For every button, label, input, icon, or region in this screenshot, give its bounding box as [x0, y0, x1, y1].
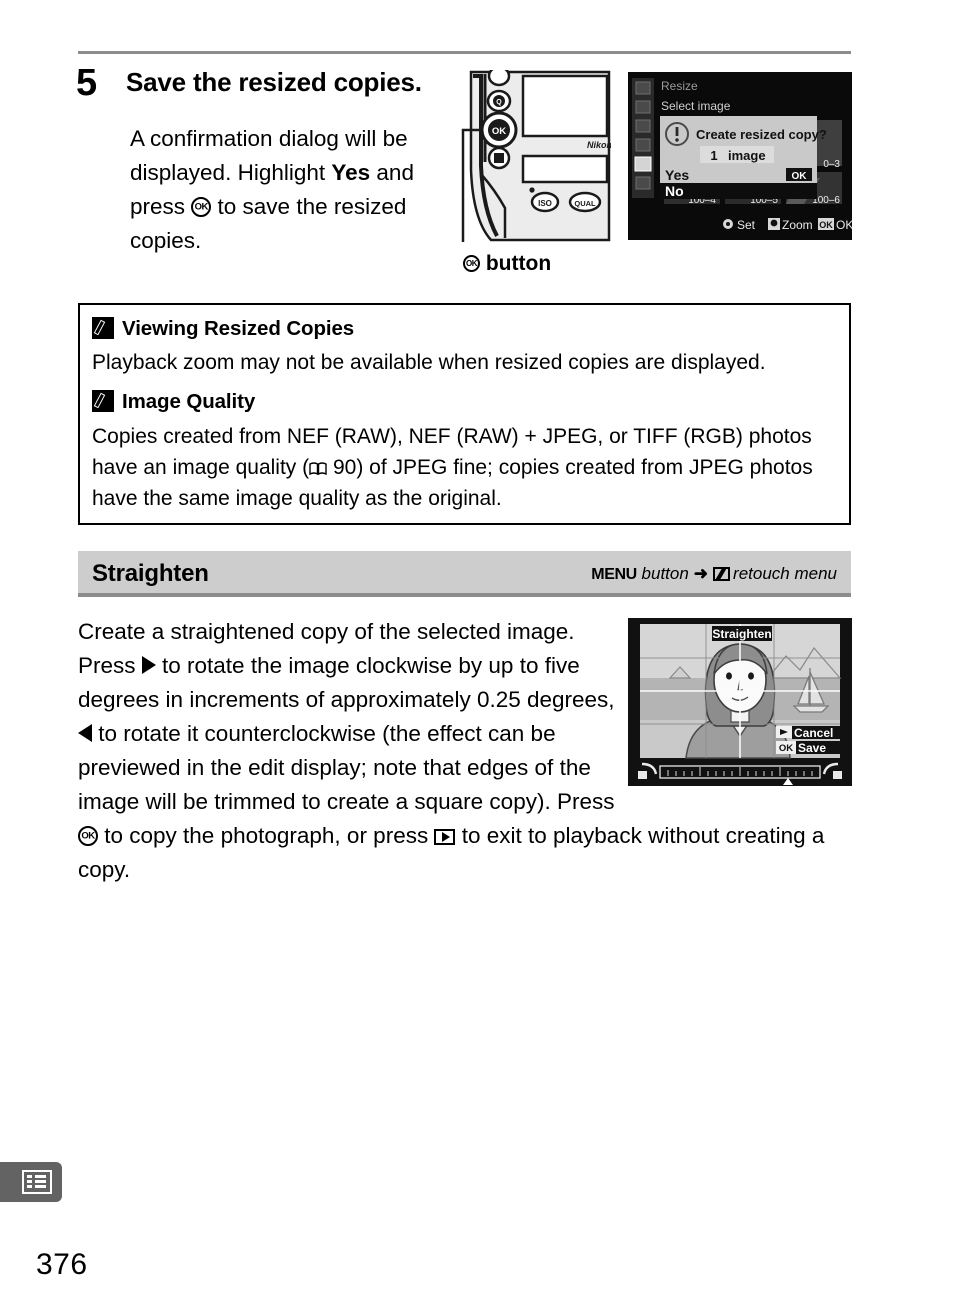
note-heading-label: Image Quality: [122, 390, 256, 413]
camera-back-illustration: Nikon Q OK ISO QUAL: [461, 65, 613, 242]
section-menu-path: MENU button ➜ retouch menu: [591, 564, 837, 584]
lcd-submenu-title: Select image: [661, 99, 731, 113]
status-zoom-label: Zoom: [782, 218, 813, 232]
left-arrow-icon: [78, 724, 92, 742]
retouch-menu-icon: [713, 567, 731, 581]
step-number: 5: [76, 62, 97, 104]
section-header-straighten: Straighten MENU button ➜ retouch menu: [78, 551, 851, 597]
body-part3: to rotate it counterclockwise (the effec…: [78, 721, 615, 814]
svg-text:Q: Q: [496, 99, 502, 106]
svg-text:ISO: ISO: [538, 199, 552, 208]
dialog-count: 1: [710, 148, 717, 163]
svg-text:QUAL: QUAL: [574, 199, 596, 208]
note-heading-image-quality: Image Quality: [92, 390, 255, 414]
lcd-resize-screenshot: Resize Select image 100–4 100–5 100–6 0–…: [628, 72, 852, 240]
note-text-viewing-resized-copies: Playback zoom may not be available when …: [92, 351, 766, 374]
note-text-image-quality: Copies created from NEF (RAW), NEF (RAW)…: [92, 421, 837, 514]
right-arrow-icon: [141, 656, 156, 674]
pencil-note-icon: [92, 317, 114, 339]
thumbnail-label-partial: 0–3: [823, 159, 840, 170]
ok-button-caption-label: button: [485, 252, 552, 275]
menu-path-target: retouch menu: [733, 564, 837, 583]
lcd-save-label: Save: [798, 741, 826, 755]
page-reference-icon: [309, 453, 327, 476]
page-number: 376: [36, 1248, 88, 1281]
step-title: Save the resized copies.: [126, 67, 422, 97]
step-body: A confirmation dialog will be displayed.…: [130, 122, 450, 258]
body-part4: to copy the photograph, or press: [98, 823, 435, 848]
note-heading-viewing-resized-copies: Viewing Resized Copies: [92, 317, 354, 341]
menu-button-label: MENU: [591, 566, 637, 583]
step-body-yes: Yes: [331, 160, 371, 185]
lcd-cancel-label: Cancel: [794, 726, 833, 740]
pencil-note-icon: [92, 390, 114, 412]
chapter-tab-marker: [0, 1162, 62, 1202]
menu-list-icon: [22, 1170, 52, 1194]
lcd-menu-title: Resize: [661, 79, 698, 93]
page-top-rule: [78, 51, 851, 54]
ok-button-caption: button: [463, 252, 551, 276]
svg-text:OK: OK: [779, 743, 793, 754]
playback-button-icon: [434, 829, 456, 845]
ok-button-icon: [463, 255, 480, 272]
svg-text:OK: OK: [819, 220, 833, 230]
arrow-right-icon: ➜: [693, 564, 709, 583]
note-page-ref: 90: [332, 456, 357, 479]
notes-box: Viewing Resized Copies Playback zoom may…: [78, 303, 851, 525]
status-set-label: Set: [737, 218, 756, 232]
lcd-straighten-screenshot: Straighten Cancel OK Save: [628, 618, 852, 786]
lcd-straighten-title: Straighten: [712, 627, 771, 641]
menu-button-word: button: [641, 564, 689, 583]
note-heading-label: Viewing Resized Copies: [122, 317, 355, 340]
dialog-count-unit: image: [728, 148, 766, 163]
dialog-yes-badge: OK: [792, 171, 808, 182]
camera-brand-label: Nikon: [587, 140, 611, 150]
dialog-question: Create resized copy?: [696, 127, 827, 142]
status-ok-label: OK: [836, 218, 852, 232]
ok-button-icon: [78, 826, 98, 846]
dialog-option-yes: Yes: [665, 167, 689, 183]
section-title: Straighten: [92, 560, 209, 587]
ok-button-icon: [191, 197, 212, 217]
body-part2: to rotate the image clockwise by up to f…: [78, 653, 615, 712]
ok-button-label: OK: [492, 126, 506, 137]
dialog-option-no: No: [665, 183, 684, 199]
